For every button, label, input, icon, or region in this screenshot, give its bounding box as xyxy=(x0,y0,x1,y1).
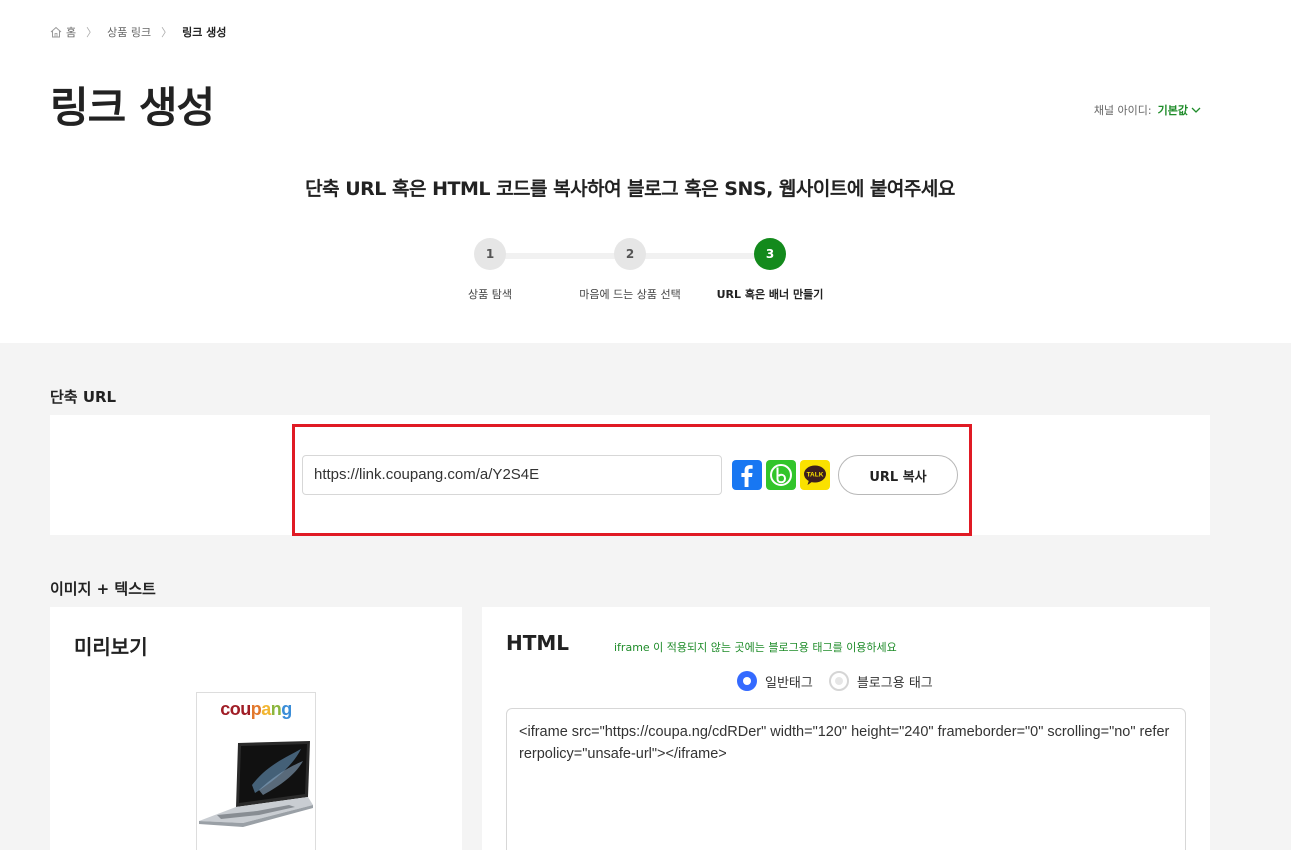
home-icon xyxy=(50,26,62,38)
radio-label[interactable]: 일반태그 xyxy=(765,672,813,691)
step-3: 3 URL 혹은 배너 만들기 xyxy=(710,238,830,302)
band-share-button[interactable] xyxy=(766,460,796,490)
step-number: 2 xyxy=(614,238,646,270)
kakaotalk-icon: TALK xyxy=(804,465,826,485)
tag-type-options: 일반태그 블로그용 태그 xyxy=(737,671,949,691)
image-text-section-title: 이미지 + 텍스트 xyxy=(50,580,156,598)
html-code-textarea[interactable]: <iframe src="https://coupa.ng/cdRDer" wi… xyxy=(506,708,1186,850)
radio-label[interactable]: 블로그용 태그 xyxy=(857,672,933,691)
channel-selector[interactable]: 채널 아이디: 기본값 xyxy=(1094,102,1201,118)
step-number: 1 xyxy=(474,238,506,270)
breadcrumb: 홈 〉 상품 링크 〉 링크 생성 xyxy=(50,24,226,40)
kakaotalk-share-button[interactable]: TALK xyxy=(800,460,830,490)
step-2: 2 마음에 드는 상품 선택 xyxy=(570,238,690,302)
step-number: 3 xyxy=(754,238,786,270)
band-icon xyxy=(770,464,792,486)
radio-blog-tag[interactable] xyxy=(828,671,849,691)
preview-card: 미리보기 coupang coupang xyxy=(50,607,462,850)
chevron-down-icon[interactable] xyxy=(1191,106,1201,114)
step-label: 마음에 드는 상품 선택 xyxy=(579,288,681,301)
url-copy-button[interactable]: URL 복사 xyxy=(838,455,958,495)
breadcrumb-home[interactable]: 홈 xyxy=(66,24,76,40)
chevron-right-icon: 〉 xyxy=(161,26,173,39)
kakaotalk-label: TALK xyxy=(807,472,824,479)
breadcrumb-product-link[interactable]: 상품 링크 xyxy=(107,24,151,40)
breadcrumb-current: 링크 생성 xyxy=(182,26,227,39)
step-label: 상품 탐색 xyxy=(468,288,512,301)
coupang-logo: coupang xyxy=(220,699,292,719)
step-1: 1 상품 탐색 xyxy=(430,238,550,302)
html-card: HTML iframe 이 적용되지 않는 곳에는 블로그용 태그를 이용하세요… xyxy=(482,607,1210,850)
channel-label: 채널 아이디: xyxy=(1093,104,1152,117)
facebook-share-button[interactable] xyxy=(732,460,762,490)
html-title: HTML xyxy=(506,631,570,655)
facebook-icon xyxy=(741,465,753,487)
page-title: 링크 생성 xyxy=(50,83,215,132)
channel-value[interactable]: 기본값 xyxy=(1158,102,1188,118)
short-url-field[interactable]: https://link.coupang.com/a/Y2S4E xyxy=(302,455,722,495)
step-indicator: 1 상품 탐색 2 마음에 드는 상품 선택 3 URL 혹은 배너 만들기 xyxy=(440,238,840,308)
step-label: URL 혹은 배너 만들기 xyxy=(716,288,824,301)
short-url-section-title: 단축 URL xyxy=(50,388,117,406)
radio-general-tag[interactable] xyxy=(737,671,757,691)
iframe-note: iframe 이 적용되지 않는 곳에는 블로그용 태그를 이용하세요 xyxy=(614,641,897,654)
preview-title: 미리보기 xyxy=(74,635,148,659)
header-area: 홈 〉 상품 링크 〉 링크 생성 링크 생성 채널 아이디: 기본값 단축 U… xyxy=(0,0,1291,343)
chevron-right-icon: 〉 xyxy=(86,26,98,39)
laptop-image xyxy=(199,741,313,827)
page-subtitle: 단축 URL 혹은 HTML 코드를 복사하여 블로그 혹은 SNS, 웹사이트… xyxy=(305,178,955,200)
product-banner[interactable]: coupang coupang xyxy=(196,692,316,850)
